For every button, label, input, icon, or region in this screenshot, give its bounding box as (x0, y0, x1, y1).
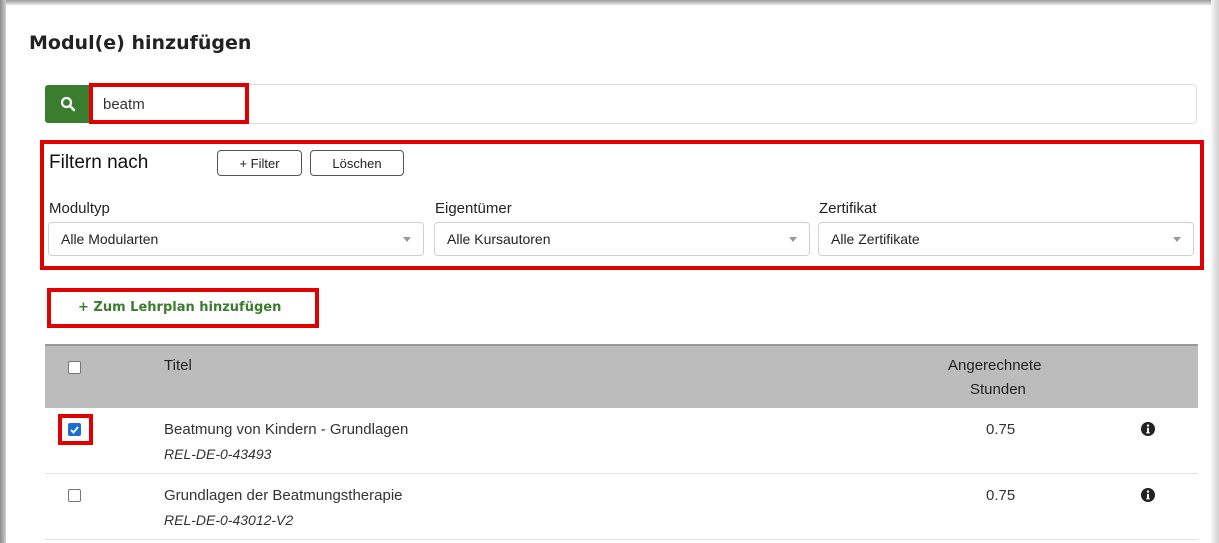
window-right-edge (1211, 0, 1219, 543)
search-icon (60, 96, 75, 112)
filter-heading: Filtern nach (49, 152, 149, 173)
module-type-value: Alle Modularten (61, 231, 159, 247)
checkmark-icon (70, 426, 79, 434)
chevron-down-icon (1173, 237, 1181, 242)
info-icon[interactable] (1141, 488, 1155, 502)
window-top-edge (0, 0, 1219, 5)
owner-select[interactable]: Alle Kursautoren (434, 222, 810, 256)
row-title: Grundlagen der Beatmungstherapie (164, 487, 403, 504)
table-header: Titel Angerechnete Stunden (45, 344, 1198, 408)
chevron-down-icon (789, 237, 797, 242)
table-row[interactable]: Grundlagen der Beatmungstherapie REL-DE-… (45, 475, 1198, 540)
certificate-value: Alle Zertifikate (831, 231, 920, 247)
info-icon[interactable] (1141, 422, 1155, 436)
row-hours: 0.75 (986, 487, 1016, 504)
module-type-select[interactable]: Alle Modularten (48, 222, 424, 256)
column-header-hours-line1: Angerechnete (948, 357, 1042, 374)
row-title: Beatmung von Kindern - Grundlagen (164, 421, 409, 438)
row-code: REL-DE-0-43012-V2 (164, 512, 294, 528)
column-header-title: Titel (164, 357, 192, 374)
add-filter-button[interactable]: + Filter (217, 150, 302, 176)
column-header-hours-line2: Stunden (970, 381, 1026, 398)
page-title: Modul(e) hinzufügen (29, 32, 252, 54)
filter-label-module-type: Modultyp (49, 200, 110, 217)
chevron-down-icon (403, 237, 411, 242)
window-left-edge (0, 0, 6, 543)
row-checkbox[interactable] (68, 423, 81, 436)
row-code: REL-DE-0-43493 (164, 446, 272, 462)
row-checkbox[interactable] (68, 489, 81, 502)
search-button[interactable] (45, 85, 90, 123)
add-to-curriculum-button[interactable]: + Zum Lehrplan hinzufügen (78, 300, 281, 315)
owner-value: Alle Kursautoren (447, 231, 551, 247)
filter-label-certificate: Zertifikat (819, 200, 877, 217)
clear-filters-button[interactable]: Löschen (310, 150, 404, 176)
row-hours: 0.75 (986, 421, 1016, 438)
certificate-select[interactable]: Alle Zertifikate (818, 222, 1194, 256)
select-all-checkbox[interactable] (68, 361, 81, 374)
search-input[interactable] (90, 84, 1197, 124)
table-row[interactable]: Beatmung von Kindern - Grundlagen REL-DE… (45, 409, 1198, 474)
filter-label-owner: Eigentümer (435, 200, 512, 217)
